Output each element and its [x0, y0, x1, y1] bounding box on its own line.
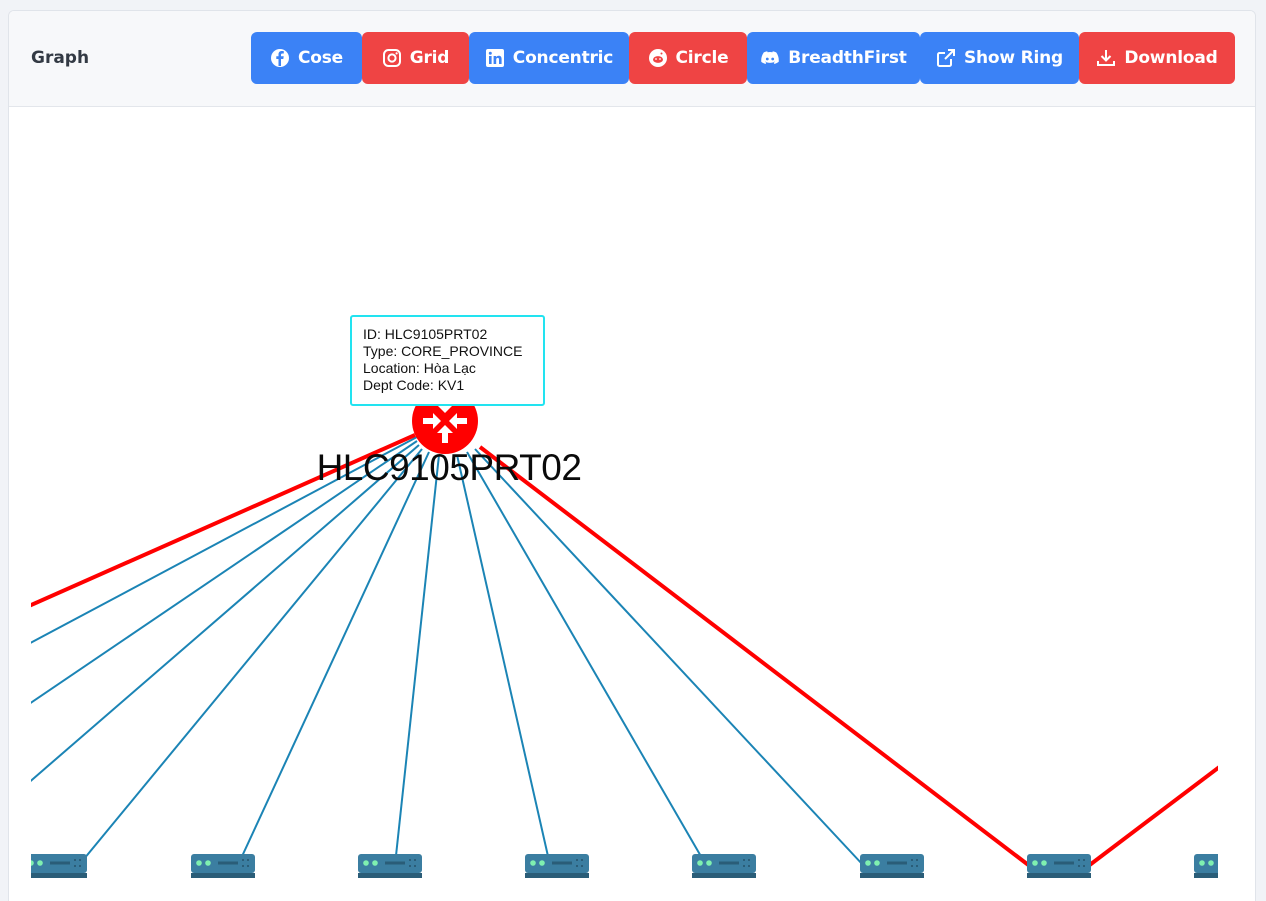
show-ring-button[interactable]: Show Ring	[920, 32, 1079, 84]
concentric-label: Concentric	[512, 48, 614, 68]
server-icon[interactable]	[525, 854, 589, 878]
edge[interactable]	[394, 454, 440, 866]
edges	[9, 433, 1256, 878]
show-ring-label: Show Ring	[963, 48, 1064, 68]
grid-label: Grid	[409, 48, 450, 68]
instagram-icon	[382, 49, 401, 67]
tooltip-id: ID: HLC9105PRT02	[363, 326, 488, 342]
server-icon[interactable]	[860, 854, 924, 878]
edge[interactable]	[237, 451, 430, 866]
external-link-icon	[936, 49, 955, 67]
server-icon[interactable]	[23, 854, 87, 878]
breadthfirst-label: BreadthFirst	[788, 48, 907, 68]
server-icon[interactable]	[692, 854, 756, 878]
edge[interactable]	[9, 444, 420, 804]
card-header: Graph Cose Grid Concentric Circle Breadt…	[9, 11, 1255, 107]
reddit-icon	[648, 49, 667, 67]
download-label: Download	[1124, 48, 1218, 68]
tooltip-type: Type: CORE_PROVINCE	[363, 343, 523, 359]
card-title: Graph	[31, 48, 90, 68]
center-node-label: HLC9105PRT02	[316, 447, 582, 488]
tooltip-dept: Dept Code: KV1	[363, 377, 465, 393]
facebook-icon	[270, 49, 289, 67]
graph-canvas[interactable]: ID: HLC9105PRT02 Type: CORE_PROVINCE Loc…	[9, 107, 1255, 901]
ring-edge[interactable]	[1085, 737, 1256, 869]
download-icon	[1097, 50, 1116, 66]
graph-card: Graph Cose Grid Concentric Circle Breadt…	[8, 10, 1256, 901]
circle-label: Circle	[675, 48, 729, 68]
discord-icon	[761, 51, 780, 64]
tooltip-location: Location: Hòa Lạc	[363, 360, 476, 376]
layout-toolbar: Cose Grid Concentric Circle BreadthFirst…	[251, 32, 1235, 84]
graph-svg[interactable]	[9, 107, 1256, 901]
server-icon[interactable]	[358, 854, 422, 878]
edge[interactable]	[78, 448, 423, 866]
cose-label: Cose	[297, 48, 343, 68]
server-icon[interactable]	[191, 854, 255, 878]
server-icon[interactable]	[1194, 854, 1256, 878]
server-icon[interactable]	[1027, 854, 1091, 878]
grid-button[interactable]: Grid	[362, 32, 469, 84]
breadthfirst-button[interactable]: BreadthFirst	[747, 32, 920, 84]
ring-edge[interactable]	[478, 445, 1033, 869]
node-tooltip: ID: HLC9105PRT02 Type: CORE_PROVINCE Loc…	[350, 315, 545, 406]
concentric-button[interactable]: Concentric	[469, 32, 629, 84]
download-button[interactable]: Download	[1079, 32, 1235, 84]
cose-button[interactable]: Cose	[251, 32, 362, 84]
circle-button[interactable]: Circle	[629, 32, 747, 84]
linkedin-icon	[485, 49, 504, 67]
